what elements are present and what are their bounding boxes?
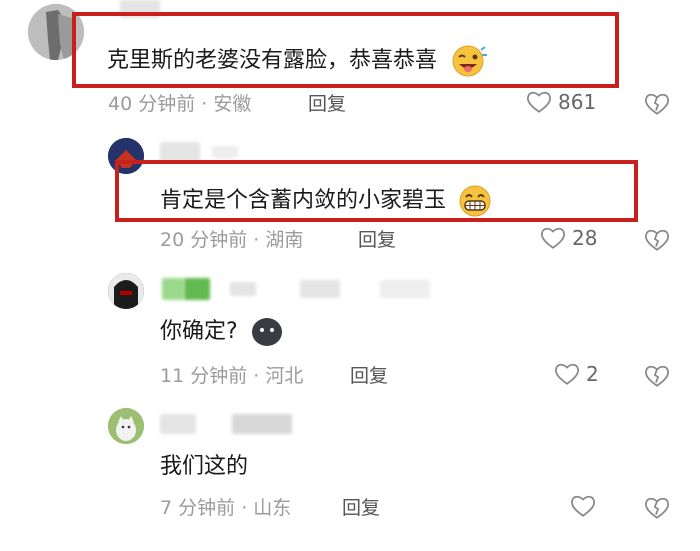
like-count: 861 [558,90,597,114]
meta-separator: · [253,365,260,387]
wink-tongue-emoji [452,45,488,77]
reply-button[interactable]: 回复 [350,364,388,388]
comment-text: 我们这的 [160,452,248,482]
username-blurred [232,414,292,434]
heart-icon [541,227,565,249]
grin-emoji [459,185,491,217]
avatar-image [108,408,144,444]
comment-meta: 7 分钟前 · 山东 [160,496,291,520]
like-button[interactable] [570,494,596,518]
comment-meta: 20 分钟前 · 湖南 [160,228,303,252]
comment-time: 40 分钟前 [108,93,196,115]
broken-heart-icon[interactable] [644,92,670,116]
comment-text-content: 克里斯的老婆没有露脸，恭喜恭喜 [107,48,438,73]
heart-icon [555,363,579,385]
like-button[interactable]: 861 [526,90,596,114]
comment-meta: 11 分钟前 · 河北 [160,364,303,388]
meta-separator: · [253,229,260,251]
comment-time: 11 分钟前 [160,365,248,387]
comment-text: 你确定? [160,316,285,348]
username-blurred [300,280,340,298]
username-blurred [160,142,200,162]
comment-time: 7 分钟前 [160,497,236,519]
broken-heart-icon[interactable] [644,496,670,520]
dark-blob-emoji [251,318,282,346]
reply-button[interactable]: 回复 [308,92,346,116]
username-blurred [380,280,430,298]
heart-icon [571,495,595,517]
like-count: 28 [572,226,598,250]
broken-heart-icon[interactable] [644,364,670,388]
reply-button[interactable]: 回复 [358,228,396,252]
comment-text-content: 肯定是个含蓄内敛的小家碧玉 [160,188,447,213]
comment-text-content: 我们这的 [160,454,249,479]
like-button[interactable]: 2 [554,362,599,386]
comment-region: 安徽 [213,93,252,115]
comment-text: 克里斯的老婆没有露脸，恭喜恭喜 [107,44,488,78]
meta-separator: · [241,497,248,519]
username-blurred [184,278,210,300]
username-blurred [230,282,256,296]
avatar-image [108,273,144,309]
comment-text-content: 你确定? [160,319,238,344]
meta-separator: · [201,93,208,115]
like-count: 2 [586,362,599,386]
comment-text: 肯定是个含蓄内敛的小家碧玉 [160,184,493,218]
comment-time: 20 分钟前 [160,229,248,251]
username-blurred [160,414,196,434]
broken-heart-icon[interactable] [644,228,670,252]
reply-button[interactable]: 回复 [342,496,380,520]
avatar[interactable] [108,408,144,444]
comment-region: 湖南 [265,229,304,251]
comment-region: 河北 [265,365,304,387]
avatar[interactable] [108,273,144,309]
like-button[interactable]: 28 [540,226,597,250]
comment-region: 山东 [253,497,292,519]
heart-icon [527,91,551,113]
username-blurred [162,278,184,300]
comment-meta: 40 分钟前 · 安徽 [108,92,251,116]
username-blurred [212,146,238,158]
